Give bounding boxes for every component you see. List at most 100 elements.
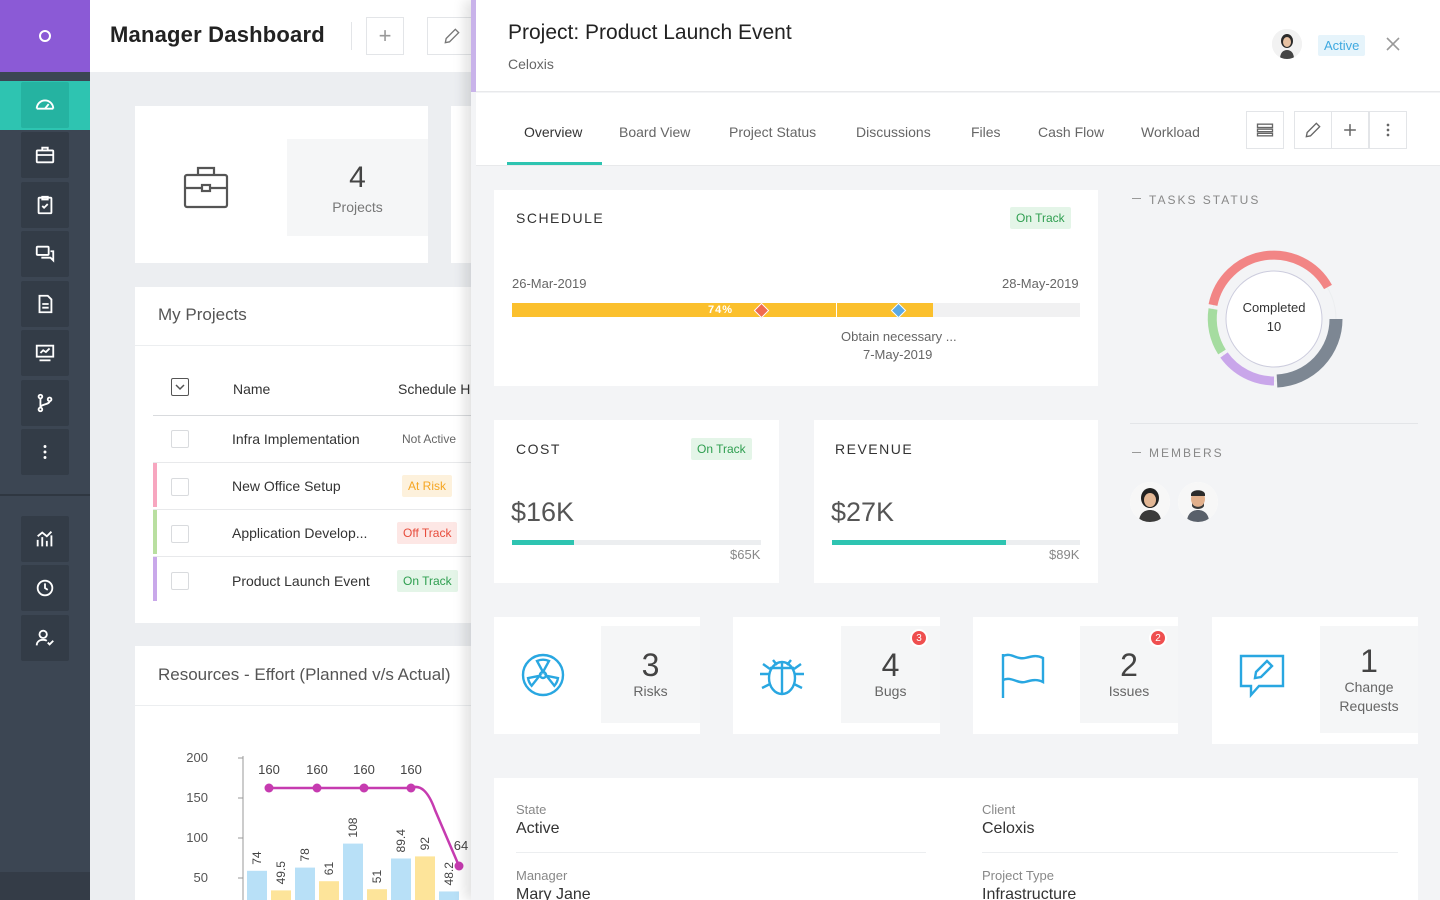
row-checkbox[interactable] xyxy=(171,478,189,496)
user-avatar-icon xyxy=(1130,482,1170,522)
member-avatar[interactable] xyxy=(1178,482,1218,522)
active-tab-indicator xyxy=(507,162,602,165)
add-button[interactable] xyxy=(1331,111,1369,149)
nav-users[interactable] xyxy=(21,615,69,661)
donut-center-label: Completed xyxy=(1242,300,1306,315)
edit-dashboard-button[interactable] xyxy=(427,17,477,55)
presentation-chart-icon xyxy=(35,344,55,362)
user-check-icon xyxy=(35,629,54,646)
tab-cash-flow[interactable]: Cash Flow xyxy=(1038,124,1104,140)
status-badge: Off Track xyxy=(397,522,458,544)
column-header-name[interactable]: Name xyxy=(233,381,270,397)
nav-tasks[interactable] xyxy=(21,182,69,228)
nav-reports[interactable] xyxy=(21,330,69,376)
tab-board-view[interactable]: Board View xyxy=(619,124,690,140)
nav-documents[interactable] xyxy=(21,281,69,327)
row-checkbox[interactable] xyxy=(171,572,189,590)
more-vertical-icon xyxy=(1386,123,1390,137)
donut-center-value: 10 xyxy=(1266,319,1282,334)
project-type-value: Infrastructure xyxy=(982,886,1077,900)
y-tick-label: 50 xyxy=(194,870,208,885)
state-value: Active xyxy=(516,820,560,837)
nav-discussions[interactable] xyxy=(21,231,69,277)
nav-dashboard[interactable] xyxy=(21,82,69,128)
tab-workload[interactable]: Workload xyxy=(1141,124,1200,140)
change-requests-count: 1 xyxy=(1360,642,1378,679)
row-accent xyxy=(153,557,157,601)
effort-bar xyxy=(271,890,291,900)
column-header-schedule[interactable]: Schedule H xyxy=(398,381,471,397)
bar-value-label: 108 xyxy=(346,817,360,837)
donut-segment xyxy=(1207,308,1226,355)
project-name[interactable]: Application Develop... xyxy=(232,525,367,541)
bar-value-label: 49.5 xyxy=(274,861,288,885)
heading-dash xyxy=(1132,198,1141,199)
project-name[interactable]: Infra Implementation xyxy=(232,431,360,447)
layout-button[interactable] xyxy=(1246,111,1284,149)
change-requests-label-line2: Requests xyxy=(1339,697,1399,714)
line-value-label: 160 xyxy=(353,762,375,777)
resources-title: Resources - Effort (Planned v/s Actual) xyxy=(158,665,451,684)
app-logo[interactable] xyxy=(0,0,90,72)
issues-label: Issues xyxy=(1108,683,1150,699)
select-all-checkbox[interactable] xyxy=(171,378,189,396)
nav-workflow[interactable] xyxy=(21,380,69,426)
nav-timesheets[interactable] xyxy=(21,565,69,611)
heading-dash xyxy=(1132,452,1141,453)
risks-metric: 3 Risks xyxy=(601,626,700,723)
effort-bar xyxy=(415,856,435,900)
bar-chart-icon xyxy=(36,531,53,547)
cost-budget: $65K xyxy=(730,547,761,562)
line-value-label: 160 xyxy=(258,762,280,777)
revenue-amount: $27K xyxy=(831,497,895,527)
row-checkbox[interactable] xyxy=(171,525,189,543)
pencil-icon xyxy=(1305,122,1321,138)
briefcase-icon xyxy=(183,166,229,209)
milestone-name: Obtain necessary ... xyxy=(841,329,957,344)
dashboard-title: Manager Dashboard xyxy=(110,22,325,47)
nav-more[interactable] xyxy=(21,429,69,475)
tab-discussions[interactable]: Discussions xyxy=(856,124,931,140)
user-avatar-icon xyxy=(1272,29,1302,59)
status-badge: On Track xyxy=(397,570,458,592)
project-client: Celoxis xyxy=(508,56,554,72)
line-point xyxy=(264,783,274,793)
nav-projects[interactable] xyxy=(21,132,69,178)
close-icon[interactable] xyxy=(1382,33,1404,55)
schedule-progress-label: 74% xyxy=(708,304,734,316)
member-avatar[interactable] xyxy=(1130,482,1170,522)
details-divider xyxy=(516,852,926,853)
revenue-target: $89K xyxy=(1049,547,1080,562)
bar-value-label: 74 xyxy=(250,851,264,865)
add-widget-button[interactable]: + xyxy=(366,17,404,55)
nav-divider xyxy=(0,494,90,496)
more-options-button[interactable] xyxy=(1369,111,1407,149)
cost-amount: $16K xyxy=(511,497,575,527)
project-name[interactable]: New Office Setup xyxy=(232,478,341,494)
owner-avatar[interactable] xyxy=(1272,29,1302,59)
projects-count: 4 xyxy=(349,160,366,194)
risks-count: 3 xyxy=(641,647,660,683)
project-details-card xyxy=(494,778,1418,900)
row-accent xyxy=(153,463,157,507)
projects-stat: 4 Projects xyxy=(287,139,428,236)
status-badge: Not Active xyxy=(402,432,457,446)
project-title: Project: Product Launch Event xyxy=(508,21,792,44)
edit-project-button[interactable] xyxy=(1294,111,1332,149)
plus-icon xyxy=(1344,124,1356,136)
tab-files[interactable]: Files xyxy=(971,124,1001,140)
header-divider xyxy=(351,22,352,50)
tab-overview[interactable]: Overview xyxy=(524,124,582,140)
members-heading: MEMBERS xyxy=(1149,446,1224,460)
issues-count: 2 xyxy=(1120,647,1138,683)
tab-project-status[interactable]: Project Status xyxy=(729,124,816,140)
gauge-icon xyxy=(35,99,55,110)
more-vertical-icon xyxy=(43,445,47,459)
nav-analytics[interactable] xyxy=(21,516,69,562)
manager-value: Mary Jane xyxy=(516,886,591,900)
effort-bar xyxy=(319,881,339,900)
project-name[interactable]: Product Launch Event xyxy=(232,573,370,589)
row-checkbox[interactable] xyxy=(171,430,189,448)
row-accent xyxy=(153,510,157,554)
logo-ring-icon xyxy=(39,30,51,42)
